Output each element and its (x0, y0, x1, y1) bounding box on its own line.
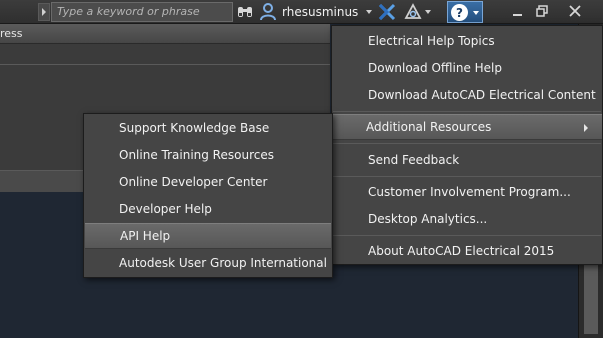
user-menu-caret-icon[interactable] (366, 10, 372, 14)
menu-separator (333, 235, 601, 236)
submenu-item-augi[interactable]: Autodesk User Group International (84, 250, 332, 276)
divider (0, 64, 330, 65)
menu-separator (333, 176, 601, 177)
user-icon[interactable] (260, 3, 276, 21)
menu-item-download-offline-help[interactable]: Download Offline Help (332, 55, 602, 81)
help-menu: Electrical Help Topics Download Offline … (331, 25, 603, 265)
submenu-item-online-training[interactable]: Online Training Resources (84, 142, 332, 168)
binoculars-icon[interactable] (236, 3, 254, 21)
menu-item-desktop-analytics[interactable]: Desktop Analytics... (332, 206, 602, 232)
title-bar: Type a keyword or phrase rhesusminus ? (0, 0, 603, 24)
close-button[interactable] (564, 2, 586, 20)
panel-header: ress (0, 24, 330, 44)
restore-icon (536, 5, 548, 17)
menu-separator (333, 143, 601, 144)
panel-header-label: ress (0, 27, 23, 40)
minimize-button[interactable] (506, 2, 528, 20)
menu-separator (333, 111, 601, 112)
submenu-item-developer-help[interactable]: Developer Help (84, 196, 332, 222)
close-icon (569, 5, 581, 17)
submenu-item-support-knowledge-base[interactable]: Support Knowledge Base (84, 115, 332, 141)
search-input[interactable]: Type a keyword or phrase (51, 2, 233, 22)
help-caret-icon (473, 11, 479, 15)
a360-caret-icon[interactable] (425, 10, 431, 14)
menu-item-electrical-help-topics[interactable]: Electrical Help Topics (332, 28, 602, 54)
exchange-apps-icon[interactable] (378, 3, 396, 21)
menu-item-send-feedback[interactable]: Send Feedback (332, 147, 602, 173)
help-button[interactable]: ? (447, 1, 483, 23)
expand-arrow-icon[interactable] (38, 3, 50, 21)
menu-item-about[interactable]: About AutoCAD Electrical 2015 (332, 238, 602, 264)
additional-resources-submenu: Support Knowledge Base Online Training R… (83, 113, 333, 278)
menu-item-additional-resources[interactable]: Additional Resources (332, 114, 602, 140)
submenu-item-api-help[interactable]: API Help (85, 223, 331, 249)
submenu-arrow-icon (584, 124, 588, 132)
help-question-icon: ? (451, 4, 468, 21)
menu-item-download-content[interactable]: Download AutoCAD Electrical Content (332, 82, 602, 108)
a360-icon[interactable] (404, 3, 422, 21)
submenu-item-developer-center[interactable]: Online Developer Center (84, 169, 332, 195)
menu-item-customer-involvement[interactable]: Customer Involvement Program... (332, 179, 602, 205)
username-label[interactable]: rhesusminus (282, 5, 358, 19)
additional-resources-label: Additional Resources (366, 120, 492, 134)
restore-button[interactable] (531, 2, 553, 20)
